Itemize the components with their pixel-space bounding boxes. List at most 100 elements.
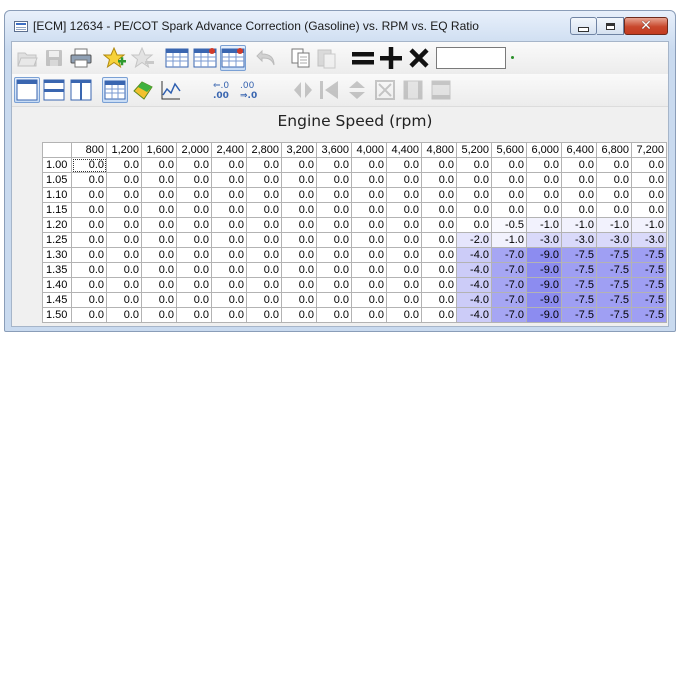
table-cell[interactable]: 0.0	[176, 247, 212, 263]
table-cell[interactable]: 0.0	[421, 157, 457, 173]
table-cell[interactable]: -3.0	[631, 232, 667, 248]
table-cell[interactable]: 0.0	[456, 217, 492, 233]
table-cell[interactable]: -9.0	[526, 307, 562, 323]
table-cell[interactable]: -7.5	[561, 247, 597, 263]
table-cell[interactable]: -3.0	[596, 232, 632, 248]
table-cell[interactable]: 0.0	[386, 187, 422, 203]
table-cell[interactable]: 0.0	[211, 217, 247, 233]
table-cell[interactable]: -7.0	[491, 247, 527, 263]
table-cell[interactable]: 0.0	[246, 157, 282, 173]
table-cell[interactable]: 0.0	[141, 202, 177, 218]
multiply-button[interactable]	[406, 45, 432, 71]
table-cell[interactable]: 0.0	[141, 157, 177, 173]
table-cell[interactable]: 0.0	[176, 187, 212, 203]
table-cell[interactable]: 0.0	[386, 277, 422, 293]
table-cell[interactable]: 0.0	[281, 172, 317, 188]
table-cell[interactable]: 0.0	[631, 187, 667, 203]
table-cell[interactable]: -4.0	[456, 262, 492, 278]
table-cell[interactable]: 0.0	[211, 307, 247, 323]
table-cell[interactable]: -4.0	[456, 292, 492, 308]
table-cell[interactable]: 0.0	[71, 292, 107, 308]
table-cell[interactable]: 0.0	[526, 202, 562, 218]
row-header[interactable]: 1.00	[42, 157, 72, 173]
table-cell[interactable]: 0.0	[141, 217, 177, 233]
print-button[interactable]	[68, 45, 94, 71]
table-cell[interactable]: 0.0	[631, 157, 667, 173]
table-cell[interactable]: -7.5	[561, 292, 597, 308]
column-header[interactable]: 4,800	[421, 142, 457, 158]
table-cell[interactable]: -7.5	[596, 262, 632, 278]
column-header[interactable]: 5,200	[456, 142, 492, 158]
table-cell[interactable]: 0.0	[176, 262, 212, 278]
column-header[interactable]: 1,600	[141, 142, 177, 158]
table-cell[interactable]: -4.0	[456, 277, 492, 293]
table-cell[interactable]: 0.0	[211, 292, 247, 308]
row-header[interactable]: 1.10	[42, 187, 72, 203]
table-cell[interactable]: 0.0	[211, 247, 247, 263]
row-header[interactable]: 1.30	[42, 247, 72, 263]
table-cell[interactable]: 0.0	[141, 262, 177, 278]
table-cell[interactable]: 0.0	[106, 172, 142, 188]
interpolate-left-button[interactable]	[316, 77, 342, 103]
table-cell[interactable]: -9.0	[526, 277, 562, 293]
table-cell[interactable]: 0.0	[561, 157, 597, 173]
table-cell[interactable]: 0.0	[71, 217, 107, 233]
table-cell[interactable]: 0.0	[421, 292, 457, 308]
table-cell[interactable]: 0.0	[561, 202, 597, 218]
table-cell[interactable]: -7.5	[596, 277, 632, 293]
column-header[interactable]: 4,000	[351, 142, 387, 158]
table-cell[interactable]: 0.0	[456, 157, 492, 173]
column-header[interactable]: 4,400	[386, 142, 422, 158]
table-cell[interactable]: 0.0	[71, 277, 107, 293]
table-cell[interactable]: 0.0	[141, 292, 177, 308]
column-header[interactable]: 3,200	[281, 142, 317, 158]
table-cell[interactable]: -1.0	[526, 217, 562, 233]
open-button[interactable]	[14, 45, 40, 71]
column-header[interactable]: 800	[71, 142, 107, 158]
column-header[interactable]: 6,800	[596, 142, 632, 158]
table-cell[interactable]: 0.0	[176, 217, 212, 233]
table-cell[interactable]: 0.0	[211, 202, 247, 218]
table-cell[interactable]: -7.0	[491, 262, 527, 278]
table-cell[interactable]: -7.5	[561, 262, 597, 278]
table-cell[interactable]: 0.0	[141, 187, 177, 203]
table-cell[interactable]: 0.0	[176, 172, 212, 188]
row-header[interactable]: 1.50	[42, 307, 72, 323]
table-cell[interactable]: 0.0	[316, 247, 352, 263]
table-cell[interactable]: 0.0	[456, 172, 492, 188]
table-cell[interactable]: -9.0	[526, 247, 562, 263]
table-cell[interactable]: 0.0	[211, 187, 247, 203]
table-cell[interactable]: 0.0	[211, 277, 247, 293]
table-cell[interactable]: 0.0	[71, 307, 107, 323]
table-cell[interactable]: 0.0	[386, 262, 422, 278]
table-cell[interactable]: 0.0	[106, 217, 142, 233]
table-cell[interactable]: 0.0	[316, 232, 352, 248]
table-selected-button[interactable]	[220, 45, 246, 71]
table-cell[interactable]: 0.0	[106, 187, 142, 203]
table-cell[interactable]: 0.0	[491, 172, 527, 188]
column-header[interactable]: 6,000	[526, 142, 562, 158]
equals-button[interactable]	[350, 45, 376, 71]
table-cell[interactable]: -7.5	[561, 277, 597, 293]
table-view-button[interactable]	[102, 77, 128, 103]
table-cell[interactable]: 0.0	[456, 187, 492, 203]
table-cell[interactable]: 0.0	[561, 187, 597, 203]
table-cell[interactable]: 0.0	[596, 172, 632, 188]
minimize-button[interactable]	[570, 17, 597, 35]
table-cell[interactable]: 0.0	[526, 157, 562, 173]
table-cell[interactable]: 0.0	[246, 307, 282, 323]
table-cell[interactable]: 0.0	[596, 202, 632, 218]
table-cell[interactable]: 0.0	[316, 202, 352, 218]
add-button[interactable]	[378, 45, 404, 71]
table-cell[interactable]: -4.0	[456, 247, 492, 263]
column-header[interactable]: 6,400	[561, 142, 597, 158]
table-cell[interactable]: 0.0	[316, 292, 352, 308]
table-cell[interactable]: -7.0	[491, 307, 527, 323]
table-cell[interactable]: -7.0	[491, 292, 527, 308]
decimal-increase-button[interactable]: .00 ⇒.0	[238, 77, 264, 103]
table-cell[interactable]: 0.0	[141, 307, 177, 323]
table-cell[interactable]: -0.5	[491, 217, 527, 233]
remove-favorite-button[interactable]	[130, 45, 156, 71]
table-cell[interactable]: 0.0	[246, 292, 282, 308]
table-cell[interactable]: 0.0	[71, 232, 107, 248]
